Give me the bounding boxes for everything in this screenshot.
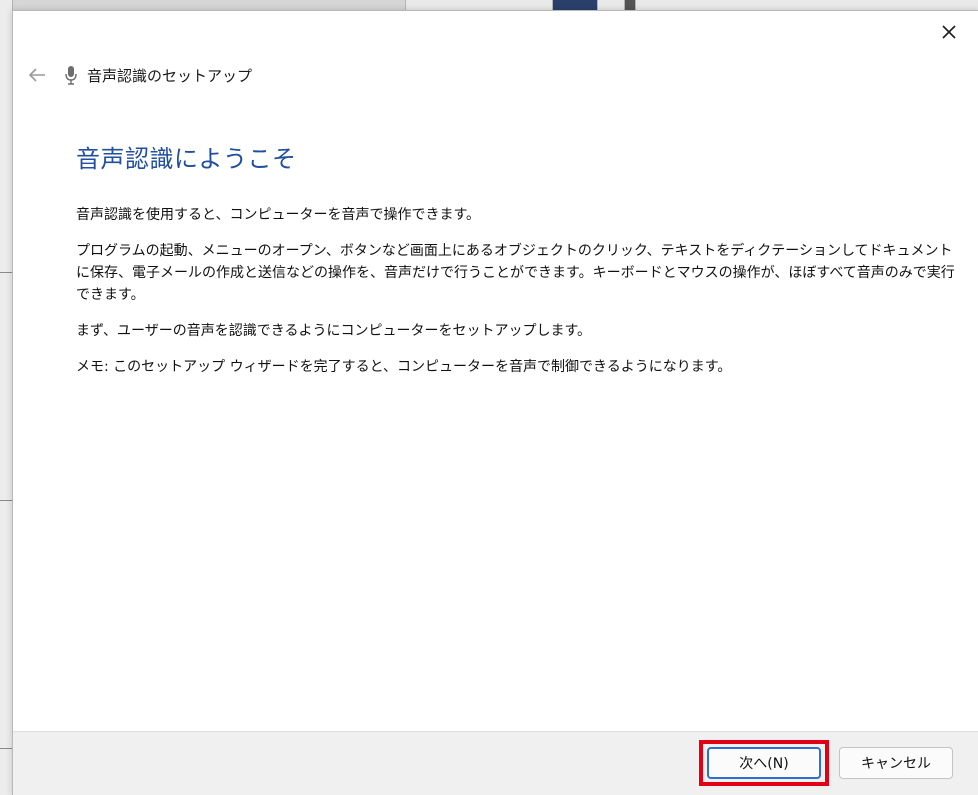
arrow-left-icon [28, 68, 45, 82]
background-divider [0, 500, 12, 501]
cancel-button[interactable]: キャンセル [839, 747, 953, 779]
background-divider [0, 272, 12, 273]
page-heading: 音声認識にようこそ [76, 145, 297, 173]
next-button[interactable]: 次へ(N) [707, 747, 821, 779]
back-button[interactable] [25, 63, 49, 87]
description-text: 音声認識を使用すると、コンピューターを音声で操作できます。 プログラムの起動、メ… [76, 204, 956, 392]
background-divider [0, 748, 12, 749]
screen: 音声認識のセットアップ 音声認識にようこそ 音声認識を使用すると、コンピューター… [0, 0, 978, 795]
description-paragraph: まず、ユーザーの音声を認識できるようにコンピューターをセットアップします。 [76, 323, 592, 339]
close-button[interactable] [934, 17, 964, 47]
close-icon [942, 25, 956, 39]
window-title: 音声認識のセットアップ [87, 66, 253, 85]
wizard-header: 音声認識のセットアップ [13, 59, 252, 91]
note-paragraph: メモ: このセットアップ ウィザードを完了すると、コンピューターを音声で制御でき… [76, 359, 732, 375]
description-paragraph: 音声認識を使用すると、コンピューターを音声で操作できます。 [76, 207, 481, 223]
description-paragraph: プログラムの起動、メニューのオープン、ボタンなど画面上にあるオブジェクトのクリッ… [76, 243, 955, 303]
setup-wizard-window: 音声認識のセットアップ 音声認識にようこそ 音声認識を使用すると、コンピューター… [12, 10, 978, 795]
microphone-icon [63, 65, 79, 85]
wizard-footer: 次へ(N) キャンセル [13, 731, 978, 795]
